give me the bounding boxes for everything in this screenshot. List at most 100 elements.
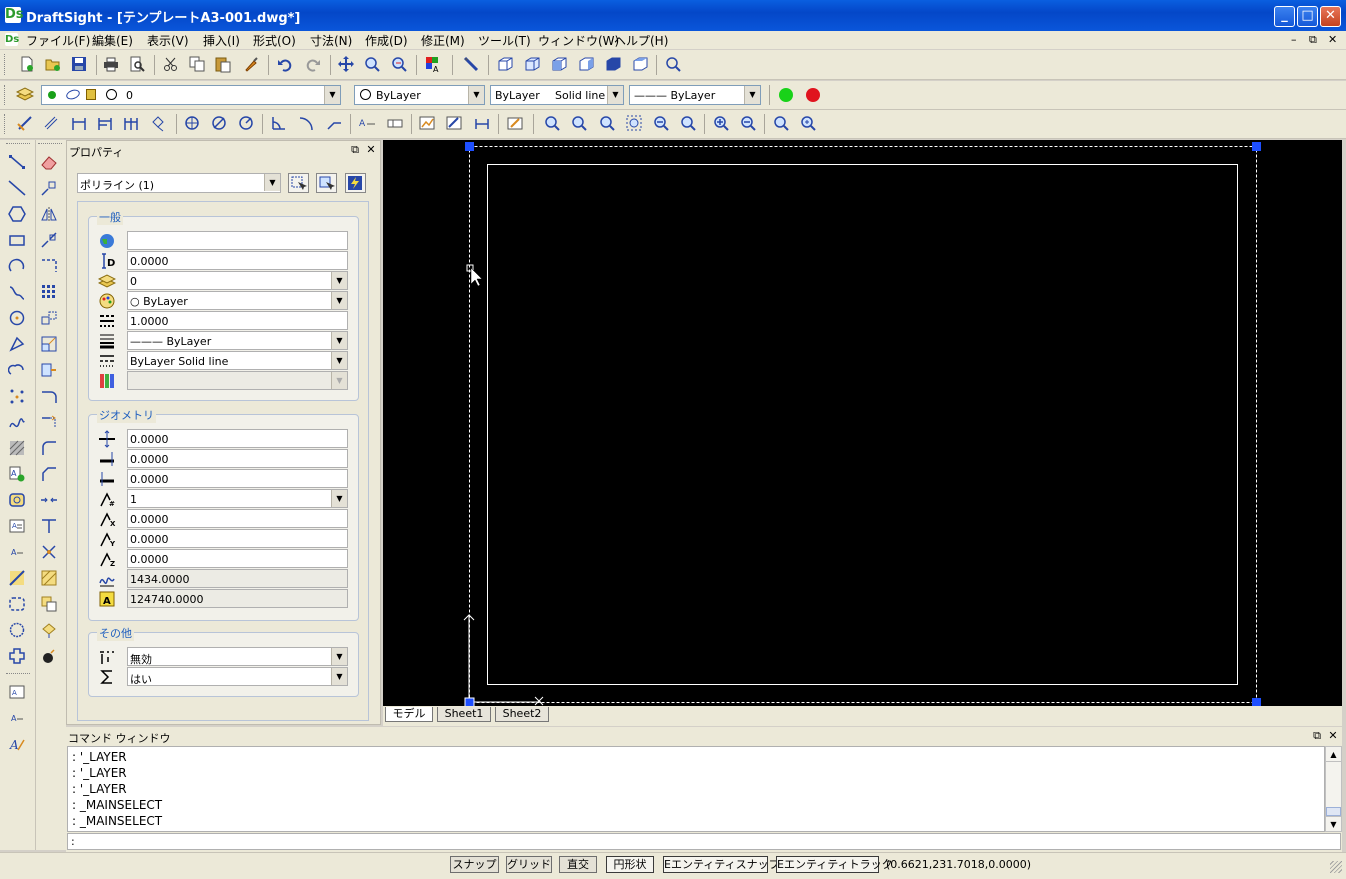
undo-button[interactable]: [276, 55, 296, 75]
smart-dimension-button[interactable]: [16, 114, 36, 134]
view-bottom-button[interactable]: [523, 55, 543, 75]
geometry-property-field[interactable]: 0.0000: [127, 549, 348, 568]
selection-dropdown[interactable]: ポリライン (1) ▼: [77, 173, 281, 193]
doc-restore-button[interactable]: ⧉: [1309, 33, 1317, 47]
leader-button[interactable]: [325, 114, 345, 134]
dimension-edit-button[interactable]: [445, 114, 465, 134]
panel-close-icon[interactable]: ✕: [365, 143, 377, 156]
ordinate-dimension-button[interactable]: [150, 114, 170, 134]
tab-sheet1[interactable]: Sheet1: [437, 707, 491, 722]
general-property-field[interactable]: ○ ByLayer ▼: [127, 291, 348, 310]
zoom-out-button[interactable]: [652, 114, 672, 134]
quick-select-button[interactable]: [316, 173, 337, 193]
geometry-property-field[interactable]: 0.0000: [127, 449, 348, 468]
text-label-tool[interactable]: A: [8, 709, 28, 729]
general-property-field[interactable]: 0.0000: [127, 251, 348, 270]
dimension-update-button[interactable]: [473, 114, 493, 134]
angular-dimension-button[interactable]: [270, 114, 290, 134]
zoom-in-window-button[interactable]: [543, 114, 563, 134]
infinite-line-tool[interactable]: [8, 179, 28, 199]
explode-tool[interactable]: [40, 543, 60, 563]
color-dropdown[interactable]: ByLayer ▼: [354, 85, 485, 105]
general-property-field[interactable]: [127, 231, 348, 250]
scroll-down-icon[interactable]: ▼: [1326, 816, 1341, 831]
explode-block-tool[interactable]: [40, 647, 60, 667]
scroll-thumb[interactable]: [1326, 807, 1341, 816]
drawing-frame[interactable]: [487, 164, 1238, 685]
help-search-button[interactable]: [664, 55, 684, 75]
view-front-button[interactable]: [604, 55, 624, 75]
extend-tool[interactable]: [40, 413, 60, 433]
menu-tools[interactable]: ツール(T): [478, 32, 531, 49]
pan-button[interactable]: [337, 55, 357, 75]
baseline-dimension-button[interactable]: [96, 114, 116, 134]
dimension-style-button[interactable]: [418, 114, 438, 134]
diameter-dimension-button[interactable]: [210, 114, 230, 134]
selection-grip[interactable]: [465, 142, 474, 151]
edit-block-tool[interactable]: [40, 621, 60, 641]
aligned-dimension-button[interactable]: [42, 114, 62, 134]
geometry-property-field[interactable]: 1 ▼: [127, 489, 348, 508]
arc-tool[interactable]: [8, 257, 28, 277]
lineweight-dropdown[interactable]: ——— ByLayer ▼: [629, 85, 761, 105]
polygon-tool[interactable]: [8, 205, 28, 225]
linear-dimension-button[interactable]: [70, 114, 90, 134]
stretch-tool[interactable]: [40, 361, 60, 381]
properties-toggle-button[interactable]: [462, 55, 482, 75]
freehand-tool[interactable]: [8, 413, 28, 433]
geometry-property-field[interactable]: 0.0000: [127, 469, 348, 488]
view-back-button[interactable]: [631, 55, 651, 75]
zoom-previous-button[interactable]: [598, 114, 618, 134]
region-tool[interactable]: [8, 647, 28, 667]
layer-manager-button[interactable]: [16, 85, 36, 105]
menu-file[interactable]: ファイル(F): [26, 32, 90, 49]
toolbar-grip[interactable]: [38, 143, 62, 144]
close-button[interactable]: ✕: [1320, 6, 1341, 27]
selection-grip[interactable]: [1252, 142, 1261, 151]
print-button[interactable]: [102, 55, 122, 75]
continue-dimension-button[interactable]: [122, 114, 142, 134]
zoom-realtime-button[interactable]: [772, 114, 792, 134]
toolbar-grip[interactable]: [6, 143, 30, 144]
geometry-property-field[interactable]: 0.0000: [127, 529, 348, 548]
minimize-button[interactable]: _: [1274, 6, 1295, 27]
panel-float-icon[interactable]: ⧉: [1311, 729, 1323, 743]
offset-tool[interactable]: [40, 231, 60, 251]
polyline-tool[interactable]: [8, 283, 28, 303]
general-property-field[interactable]: ——— ByLayer ▼: [127, 331, 348, 350]
snap-toggle[interactable]: スナップ: [450, 856, 499, 873]
tab-model[interactable]: モデル: [385, 707, 433, 722]
match-properties-button[interactable]: [242, 55, 262, 75]
print-preview-button[interactable]: [128, 55, 148, 75]
new-file-button[interactable]: [18, 55, 38, 75]
fillet-tool[interactable]: [40, 439, 60, 459]
trim-tool[interactable]: [40, 387, 60, 407]
array-tool[interactable]: [40, 283, 60, 303]
zoom-dynamic-button[interactable]: [363, 55, 383, 75]
rectangle-tool[interactable]: [8, 231, 28, 251]
view-left-button[interactable]: [550, 55, 570, 75]
hatch-tool[interactable]: [8, 439, 28, 459]
doc-minimize-button[interactable]: –: [1291, 33, 1297, 46]
toolbar-grip[interactable]: [4, 54, 7, 75]
menu-insert[interactable]: 挿入(I): [203, 32, 240, 49]
pattern-tool[interactable]: [40, 257, 60, 277]
toolbar-grip[interactable]: [6, 673, 30, 674]
doc-close-button[interactable]: ✕: [1328, 33, 1337, 46]
selection-grip[interactable]: [1252, 698, 1261, 706]
line-tool[interactable]: [8, 153, 28, 173]
command-input[interactable]: :: [67, 833, 1341, 850]
arc-length-button[interactable]: [297, 114, 317, 134]
ellipse-tool[interactable]: [8, 621, 28, 641]
general-property-field[interactable]: 1.0000: [127, 311, 348, 330]
zoom-fit-button[interactable]: [625, 114, 645, 134]
selection-grip[interactable]: [464, 697, 475, 706]
dimension-override-button[interactable]: [506, 114, 526, 134]
other-property-field[interactable]: はい ▼: [127, 667, 348, 686]
menu-format[interactable]: 形式(O): [253, 32, 296, 49]
paste-button[interactable]: [214, 55, 234, 75]
mirror-tool[interactable]: [40, 205, 60, 225]
point-tool[interactable]: [8, 387, 28, 407]
polar-toggle[interactable]: 円形状: [606, 856, 654, 873]
edit-hatch-tool[interactable]: [40, 569, 60, 589]
